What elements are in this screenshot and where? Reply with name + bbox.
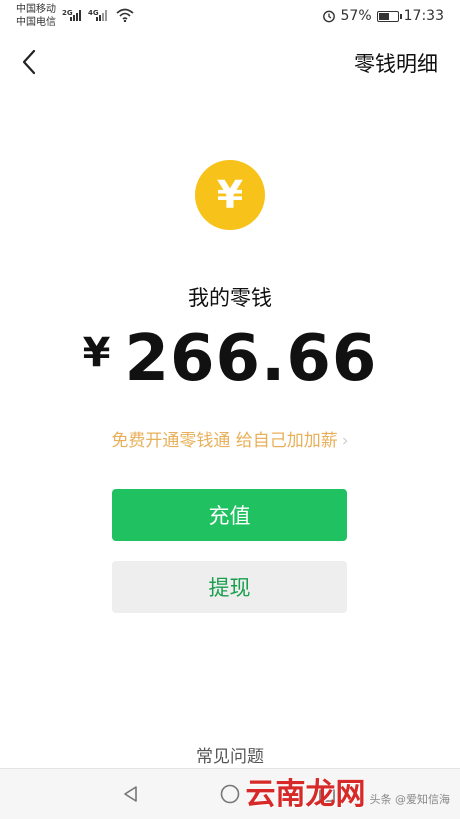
recharge-button[interactable]: 充值 [112, 489, 347, 541]
wallet-label: 我的零钱 [188, 286, 272, 310]
triangle-back-icon [124, 786, 137, 802]
promo-text: 免费开通零钱通 给自己加加薪 [111, 431, 338, 451]
battery-level [378, 12, 389, 20]
battery-percent: 57% [340, 8, 372, 24]
faq-link[interactable]: 常见问题 [0, 742, 460, 767]
watermark-logo: 云南龙网 [245, 777, 366, 812]
coin-symbol: ¥ [216, 173, 244, 217]
wifi-icon [116, 8, 134, 22]
signal-icon [96, 10, 107, 21]
signal-icon [70, 10, 81, 21]
back-arrow-icon [22, 49, 36, 75]
withdraw-button[interactable]: 提现 [112, 561, 347, 613]
battery-icon [376, 10, 402, 22]
system-nav-bar: 云南龙网 头条 @爱知信海 [0, 768, 460, 819]
balance-display: ¥266.66 [0, 322, 460, 396]
status-time: 17:33 [403, 8, 444, 24]
watermark: 云南龙网 头条 @爱知信海 [246, 779, 451, 811]
page-title: 零钱明细 [354, 52, 438, 76]
alarm-icon [322, 10, 335, 23]
nav-back-button[interactable] [118, 781, 144, 807]
nav-home-button[interactable] [217, 781, 243, 807]
status-right: 57% 17:33 [317, 7, 444, 25]
currency-symbol: ¥ [82, 330, 111, 376]
balance-amount: 266.66 [124, 322, 378, 396]
carrier-name-1: 中国移动 [16, 4, 56, 15]
status-bar: 中国移动 中国电信 2G 4G 57% 17:33 [0, 0, 460, 34]
carrier-info: 中国移动 中国电信 [16, 3, 56, 29]
circle-home-icon [220, 784, 240, 804]
back-button[interactable] [14, 44, 44, 80]
watermark-credit: 头条 @爱知信海 [369, 793, 451, 806]
coin-icon: ¥ [195, 160, 265, 230]
carrier-name-2: 中国电信 [16, 17, 56, 28]
promo-link[interactable]: 免费开通零钱通 给自己加加薪 › [0, 426, 460, 451]
chevron-right-icon: › [341, 431, 349, 451]
